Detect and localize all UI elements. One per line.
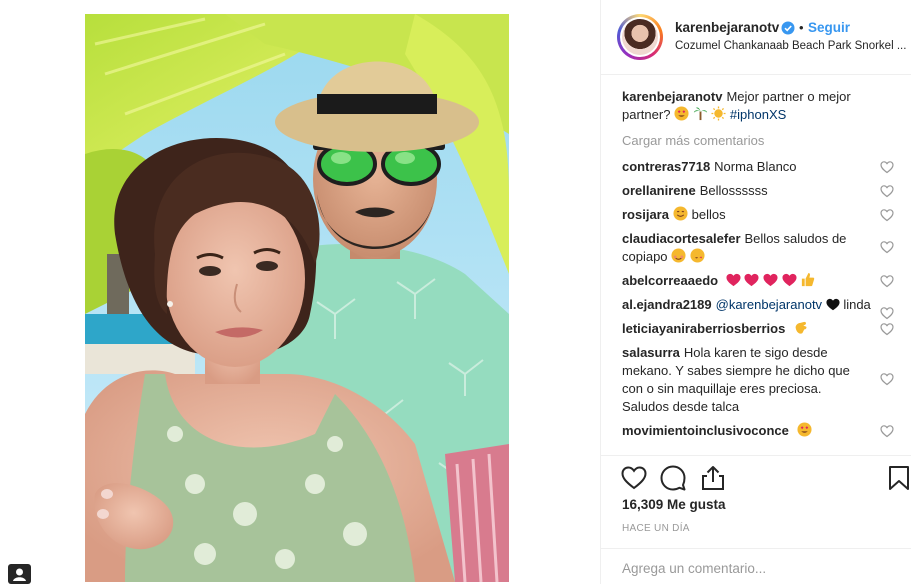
caption-username[interactable]: karenbejaranotv [622,89,722,104]
sun-face-emoji-icon [711,106,726,121]
comment-item: al.ejandra2189 @karenbejaranotv linda [622,296,902,320]
comment-text: bellos [691,207,726,222]
add-comment-input[interactable] [622,561,892,576]
kissing-heart-emoji-icon [690,248,705,263]
load-more-comments-button[interactable]: Cargar más comentarios [622,132,902,150]
comment-text: Norma Blanco [714,159,797,174]
heart-outline-icon[interactable] [620,464,648,492]
comment-like-heart-icon[interactable] [880,424,894,438]
comment-text: linda [843,297,871,312]
red-heart-emoji-icon [782,273,797,287]
bookmark-icon[interactable] [885,464,911,492]
comment-like-heart-icon[interactable] [880,322,894,336]
black-heart-emoji-icon [826,298,840,311]
comment-username[interactable]: orellanirene [622,183,696,198]
heart-eyes-emoji-icon [674,106,689,121]
comment-like-heart-icon[interactable] [880,240,894,254]
comment-like-heart-icon[interactable] [880,184,894,198]
avatar[interactable] [617,14,663,60]
add-comment-box [601,548,911,585]
post-photo-artwork [85,14,509,582]
comment-item: contreras7718 Norma Blanco [622,158,902,176]
comment-like-heart-icon[interactable] [880,208,894,222]
post-actions-bar [601,455,911,491]
comment-like-heart-icon[interactable] [880,306,894,320]
comment-mention[interactable]: @karenbejaranotv [716,297,822,312]
red-heart-emoji-icon [763,273,778,287]
follow-button[interactable]: Seguir [808,20,850,35]
comment-like-heart-icon[interactable] [880,372,894,386]
comment-username[interactable]: leticiayaniraberriosberrios [622,321,785,336]
post-side-panel: karenbejaranotv • Seguir Cozumel Chankan… [600,0,911,584]
verified-badge-icon [781,21,795,35]
comment-item: salasurra Hola karen te sigo desde mekano… [622,344,902,416]
separator-dot: • [799,20,804,35]
red-heart-emoji-icon [744,273,759,287]
user-tag-icon[interactable] [8,564,31,584]
comment-username[interactable]: salasurra [622,345,680,360]
comment-item: abelcorreaaedo [622,272,902,290]
comment-item: rosijara bellos [622,206,902,224]
red-heart-emoji-icon [726,273,741,287]
comment-like-heart-icon[interactable] [880,274,894,288]
comment-username[interactable]: rosijara [622,207,669,222]
share-icon[interactable] [699,464,727,492]
comment-like-heart-icon[interactable] [880,160,894,174]
comments-list[interactable]: karenbejaranotv Mejor partner o mejor par… [622,88,902,456]
post-photo[interactable] [85,14,509,582]
clapping-hands-emoji-icon [795,321,807,334]
comment-username[interactable]: al.ejandra2189 [622,297,712,312]
blushing-face-emoji-icon [671,248,686,263]
comment-text: Bellossssss [699,183,768,198]
comment-username[interactable]: movimientoinclusivoconce [622,423,789,438]
heart-eyes-emoji-icon [796,422,812,437]
comment-item: leticiayaniraberriosberrios [622,320,902,338]
palm-tree-emoji-icon [693,107,707,121]
comment-item: claudiacortesalefer Bellos saludos de cop… [622,230,902,266]
post-timestamp: HACE UN DÍA [622,523,690,534]
post-caption: karenbejaranotv Mejor partner o mejor par… [622,88,902,124]
comment-bubble-icon[interactable] [659,464,687,492]
comment-username[interactable]: contreras7718 [622,159,710,174]
header-username[interactable]: karenbejaranotv [675,20,779,35]
likes-count[interactable]: 16,309 Me gusta [622,497,726,512]
location-link[interactable]: Cozumel Chankanaab Beach Park Snorkel ..… [675,40,907,52]
thumbs-up-emoji-icon [802,272,815,287]
post-header: karenbejaranotv • Seguir Cozumel Chankan… [601,0,911,75]
caption-hashtag[interactable]: #iphonXS [730,107,786,122]
comment-username[interactable]: abelcorreaaedo [622,273,718,288]
comment-username[interactable]: claudiacortesalefer [622,231,741,246]
comment-item: orellanirene Bellossssss [622,182,902,200]
smiling-face-emoji-icon [673,206,688,221]
comment-item: movimientoinclusivoconce [622,422,902,440]
